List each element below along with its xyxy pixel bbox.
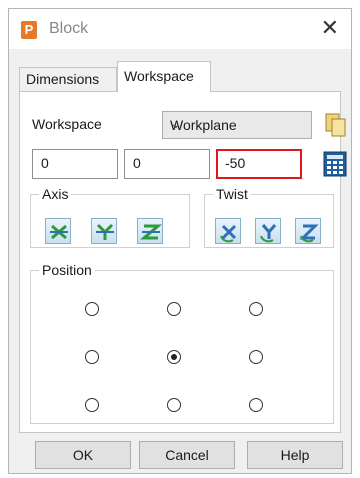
twist-z-icon — [299, 224, 319, 243]
tab-dimensions[interactable]: Dimensions — [19, 67, 117, 91]
twist-group: Twist — [204, 186, 334, 248]
x-field[interactable]: 0 — [32, 149, 118, 179]
copy-workspace-button[interactable] — [321, 111, 349, 139]
workspace-select[interactable]: Workplane ⌄ — [162, 111, 312, 139]
y-axis-icon — [96, 223, 114, 240]
workspace-label: Workspace — [32, 116, 102, 132]
twist-y-icon — [260, 224, 277, 243]
tab-workspace[interactable]: Workspace — [117, 61, 211, 92]
title-bar: P Block ✕ — [9, 9, 351, 49]
axis-z-button[interactable] — [137, 218, 163, 244]
close-icon[interactable]: ✕ — [321, 17, 339, 39]
position-radio-center[interactable] — [167, 350, 181, 364]
position-radio-bottom-right[interactable] — [249, 398, 263, 412]
twist-y-button[interactable] — [255, 218, 281, 244]
block-dialog: P Block ✕ Dimensions Workspace Workspace… — [8, 8, 352, 474]
app-logo-icon: P — [21, 21, 37, 39]
help-button[interactable]: Help — [247, 441, 343, 469]
workspace-panel: Workspace Workplane ⌄ 0 0 -50 Axis Twist… — [19, 91, 347, 433]
axis-group-label: Axis — [42, 186, 69, 202]
ok-button[interactable]: OK — [35, 441, 131, 469]
window-title: Block — [49, 20, 89, 37]
y-field[interactable]: 0 — [124, 149, 210, 179]
calculator-icon — [323, 151, 347, 177]
position-group-label: Position — [42, 262, 92, 278]
position-radio-bottom-center[interactable] — [167, 398, 181, 412]
position-radio-bottom-left[interactable] — [85, 398, 99, 412]
position-group: Position — [30, 262, 334, 424]
position-radio-top-center[interactable] — [167, 302, 181, 316]
chevron-down-icon: ⌄ — [170, 115, 182, 131]
x-axis-icon — [50, 224, 68, 240]
twist-x-icon — [220, 224, 237, 243]
position-radio-top-right[interactable] — [249, 302, 263, 316]
cancel-button[interactable]: Cancel — [139, 441, 235, 469]
axis-x-button[interactable] — [45, 218, 71, 244]
twist-z-button[interactable] — [295, 218, 321, 244]
axis-y-button[interactable] — [91, 218, 117, 244]
z-axis-icon — [139, 224, 163, 240]
position-radio-top-left[interactable] — [85, 302, 99, 316]
twist-group-label: Twist — [216, 186, 248, 202]
twist-x-button[interactable] — [215, 218, 241, 244]
calculator-button[interactable] — [321, 150, 349, 178]
z-field[interactable]: -50 — [216, 149, 302, 179]
axis-group: Axis — [30, 186, 190, 248]
copy-pages-icon — [325, 113, 346, 137]
position-radio-middle-right[interactable] — [249, 350, 263, 364]
position-radio-middle-left[interactable] — [85, 350, 99, 364]
